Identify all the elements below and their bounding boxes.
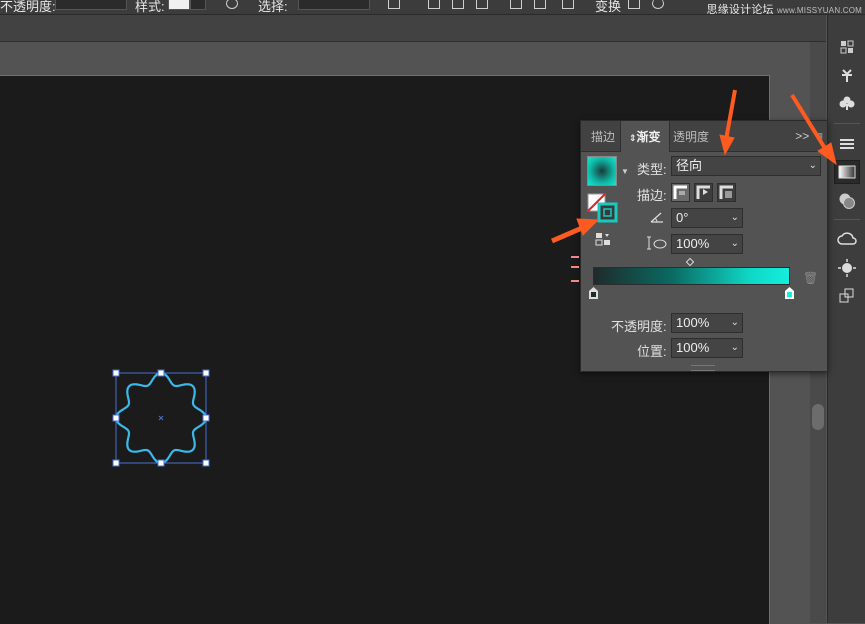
tab-stroke[interactable]: 描边 (583, 121, 623, 151)
stroke-within-button[interactable] (671, 183, 690, 202)
type-dropdown[interactable]: 径向 ⌄ (671, 156, 821, 176)
watermark: 思缘设计论坛 www.MISSYUAN.COM (706, 4, 862, 15)
chevron-down-icon[interactable]: ⌄ (731, 235, 739, 253)
opacity-label: 不透明度: (0, 0, 56, 14)
dock-separator (834, 123, 860, 124)
select-dropdown[interactable] (298, 0, 370, 10)
libraries-icon[interactable] (834, 35, 860, 59)
align-top-icon[interactable] (510, 0, 522, 9)
align-to-icon[interactable] (388, 0, 400, 9)
document-tab-strip[interactable] (0, 15, 826, 42)
stroke-label: 描边: (637, 188, 667, 203)
appearance-icon[interactable] (834, 256, 860, 280)
opacity-input[interactable] (55, 0, 127, 10)
opacity-input[interactable]: 100% ⌄ (671, 313, 743, 333)
arrange-icon[interactable] (652, 0, 664, 9)
swatch-dropdown-icon[interactable]: ▼ (621, 167, 629, 176)
panel-menu-icon[interactable]: ≡ (816, 129, 823, 143)
fill-stroke-swatch[interactable] (587, 193, 619, 225)
location-input[interactable]: 100% ⌄ (671, 338, 743, 358)
aspect-ratio-icon (647, 236, 667, 250)
chevron-down-icon[interactable]: ⌄ (731, 209, 739, 227)
align-middle-icon[interactable] (534, 0, 546, 9)
recolor-icon[interactable] (226, 0, 238, 9)
tab-gradient[interactable]: ⇕渐变 (620, 121, 670, 152)
align-right-icon[interactable] (476, 0, 488, 9)
angle-icon (650, 212, 663, 223)
tab-collapse-icon: ⇕ (629, 133, 637, 143)
align-left-icon[interactable] (428, 0, 440, 9)
dock-separator (834, 219, 860, 220)
reverse-gradient-icon[interactable] (595, 232, 611, 246)
panel-collapse-menu[interactable]: >> ≡ (795, 121, 823, 151)
panel-tab-bar: 描边 ⇕渐变 透明度 >> ≡ (581, 121, 827, 152)
gradient-stop-start[interactable] (589, 287, 598, 299)
creative-cloud-icon[interactable] (834, 227, 860, 251)
isolate-icon[interactable] (628, 0, 640, 9)
artboards-icon[interactable] (834, 284, 860, 308)
chevron-down-icon: ⌄ (808, 160, 817, 171)
stroke-across-button[interactable] (717, 183, 736, 202)
pink-guide-marks (571, 256, 579, 282)
aspect-ratio-input[interactable]: 100% ⌄ (671, 234, 743, 254)
tab-transparency[interactable]: 透明度 (665, 121, 717, 151)
transform-label[interactable]: 变换 (595, 0, 621, 14)
align-center-icon[interactable] (452, 0, 464, 9)
style-dropdown[interactable] (190, 0, 206, 10)
gradient-panel: 描边 ⇕渐变 透明度 >> ≡ ▼ 类型: 径向 ⌄ 描边: 0° ⌄ 100%… (580, 120, 828, 372)
panel-resize-grip[interactable] (691, 365, 715, 371)
gradient-midpoint-diamond[interactable] (685, 257, 695, 267)
puppet-warp-icon[interactable] (834, 63, 860, 87)
pasteboard-top (0, 42, 826, 74)
symbols-icon[interactable] (834, 91, 860, 115)
chevron-down-icon[interactable]: ⌄ (731, 339, 739, 357)
gradient-slider[interactable] (593, 267, 790, 285)
stroke-along-button[interactable] (694, 183, 713, 202)
type-label: 类型: (637, 162, 667, 177)
panel-dock (827, 15, 865, 623)
opacity-label: 不透明度: (611, 319, 667, 334)
align-bottom-icon[interactable] (562, 0, 574, 9)
select-label[interactable]: 选择: (258, 0, 288, 14)
gradient-swatch[interactable] (587, 156, 617, 186)
gradient-icon[interactable] (834, 160, 860, 184)
angle-input[interactable]: 0° ⌄ (671, 208, 743, 228)
trash-icon[interactable]: 🗑 (803, 271, 818, 285)
style-label: 样式: (135, 0, 165, 14)
gradient-stop-end[interactable] (785, 287, 794, 299)
transparency-icon[interactable] (834, 189, 860, 213)
control-bar: 不透明度: 样式: 选择: 变换 思缘设计论坛 www.MISSYUAN.COM (0, 0, 865, 15)
scrollbar-thumb[interactable] (812, 404, 824, 430)
location-label: 位置: (637, 344, 667, 359)
chevron-down-icon[interactable]: ⌄ (731, 314, 739, 332)
properties-icon[interactable] (834, 132, 860, 156)
style-swatch[interactable] (168, 0, 190, 10)
